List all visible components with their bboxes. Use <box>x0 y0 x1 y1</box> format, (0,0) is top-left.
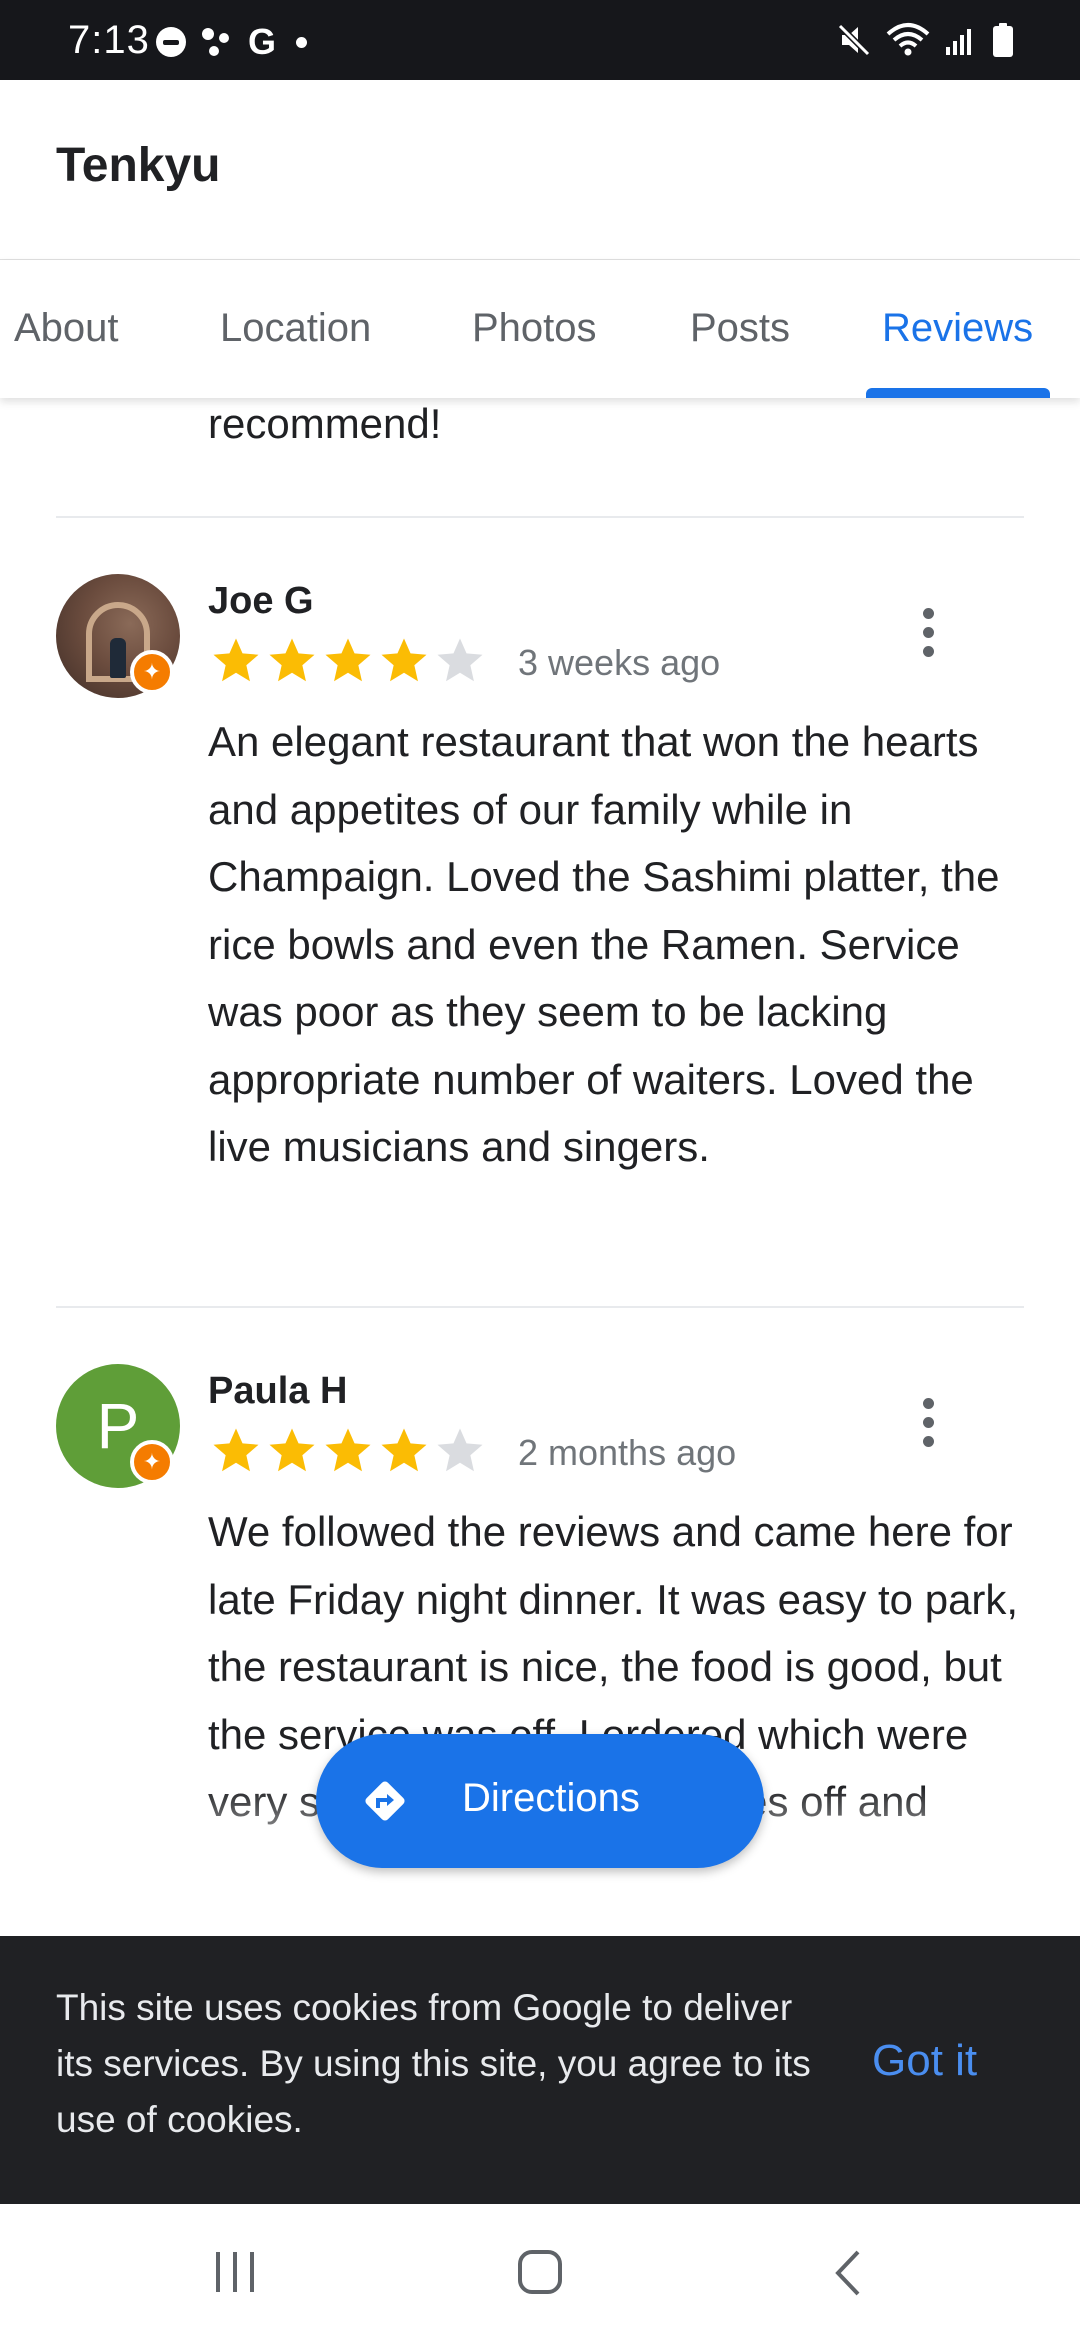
dot-icon <box>296 36 308 48</box>
mute-icon <box>837 23 871 57</box>
review-divider <box>56 516 1024 518</box>
notification-dots-icon <box>202 28 229 56</box>
review-text: An elegant restaurant that won the heart… <box>208 718 1000 1170</box>
page-title: Tenkyu <box>56 139 221 192</box>
google-g-icon: G <box>248 21 277 62</box>
active-tab-indicator <box>866 388 1050 398</box>
tab-about[interactable]: About <box>14 306 119 351</box>
star-icon <box>381 1428 427 1472</box>
tab-location[interactable]: Location <box>220 306 371 351</box>
review-time: 2 months ago <box>518 1432 737 1473</box>
star-icon <box>213 638 259 682</box>
battery-icon <box>993 23 1013 57</box>
star-rating <box>208 634 488 688</box>
cookie-message: This site uses cookies from Google to de… <box>56 1987 811 2140</box>
previous-review-text: recommend! <box>208 400 442 447</box>
got-it-button[interactable]: Got it <box>872 2036 977 2086</box>
tab-photos[interactable]: Photos <box>472 306 597 351</box>
signal-icon <box>946 29 971 55</box>
star-icon <box>325 1428 371 1472</box>
more-options-icon[interactable] <box>900 1382 956 1462</box>
home-icon[interactable] <box>518 2250 562 2294</box>
tab-reviews[interactable]: Reviews <box>882 306 1033 351</box>
wifi-icon <box>886 23 930 56</box>
directions-label: Directions <box>462 1776 640 1820</box>
status-notification-icons: G <box>156 21 308 62</box>
directions-button[interactable]: Directions <box>316 1734 764 1868</box>
star-rating <box>208 1424 488 1478</box>
reviews-list[interactable]: recommend! ✦ Joe G 3 weeks ago An elegan… <box>0 398 1080 1936</box>
review-time: 3 weeks ago <box>518 642 721 683</box>
star-icon <box>269 638 315 682</box>
status-bar: 7:13 G <box>0 0 1080 80</box>
star-icon <box>269 1428 315 1472</box>
star-icon <box>381 638 427 682</box>
star-icon <box>325 638 371 682</box>
star-empty-icon <box>437 638 483 682</box>
tab-bar: About Location Photos Posts Reviews <box>0 260 1080 398</box>
more-options-icon[interactable] <box>900 592 956 672</box>
star-icon <box>213 1428 259 1472</box>
cookie-banner: This site uses cookies from Google to de… <box>0 1936 1080 2204</box>
directions-icon <box>365 1781 405 1821</box>
status-system-icons <box>836 20 1014 60</box>
app-header: Tenkyu <box>0 80 1080 260</box>
do-not-disturb-icon <box>156 27 186 57</box>
local-guide-badge-icon: ✦ <box>130 650 174 694</box>
system-nav-bar <box>0 2204 1080 2340</box>
review-divider <box>56 1306 1024 1308</box>
reviewer-name[interactable]: Paula H <box>208 1370 347 1413</box>
reviewer-name[interactable]: Joe G <box>208 580 314 623</box>
tab-posts[interactable]: Posts <box>690 306 790 351</box>
back-icon[interactable] <box>826 2248 876 2298</box>
status-time: 7:13 <box>68 18 150 62</box>
star-empty-icon <box>437 1428 483 1472</box>
local-guide-badge-icon: ✦ <box>130 1440 174 1484</box>
recents-icon[interactable] <box>216 2252 254 2292</box>
